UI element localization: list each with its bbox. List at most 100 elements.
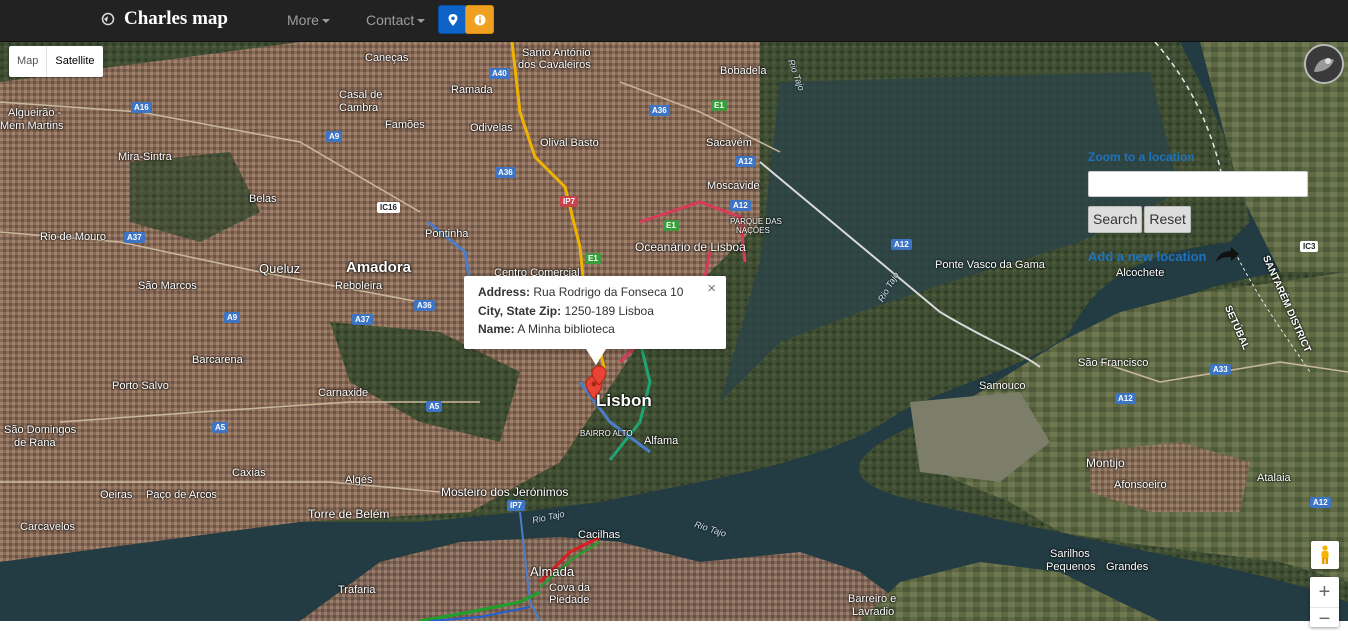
- road-shield: A12: [891, 239, 912, 250]
- map-label: Santo António: [522, 47, 591, 59]
- info-city-label: City, State Zip:: [478, 303, 562, 318]
- map-label: Cova da: [549, 582, 590, 594]
- locate-button[interactable]: [438, 5, 467, 34]
- map-label: Torre de Belém: [308, 507, 390, 521]
- map-label: Barreiro e: [848, 593, 897, 605]
- map-label: BAIRRO ALTO: [580, 429, 633, 438]
- info-city-value: 1250-189 Lisboa: [564, 303, 654, 318]
- map-label: Afonsoeiro: [1114, 479, 1167, 491]
- map-label: São Marcos: [138, 280, 197, 292]
- road-shield: A5: [212, 422, 229, 433]
- map-label: Mem Martins: [0, 120, 64, 132]
- road-shield: A12: [1115, 393, 1136, 404]
- road-shield: A40: [489, 68, 510, 79]
- reset-button[interactable]: Reset: [1144, 206, 1191, 233]
- map-label: Grandes: [1106, 561, 1149, 573]
- nav-more-dropdown[interactable]: More: [287, 12, 330, 28]
- map-label: Pequenos: [1046, 561, 1096, 573]
- info-name-row: Name: A Minha biblioteca: [478, 320, 712, 339]
- road-shield: A12: [730, 200, 751, 211]
- map-label: Cacilhas: [578, 529, 621, 541]
- road-shield: E1: [711, 100, 727, 111]
- info-name-value: A Minha biblioteca: [517, 322, 615, 336]
- map-type-control: Map Satellite: [9, 46, 103, 77]
- map-label: Moscavide: [707, 180, 760, 192]
- caret-down-icon: [417, 19, 426, 24]
- avatar[interactable]: [1304, 44, 1344, 84]
- map-label: Olival Basto: [540, 137, 599, 149]
- info-button[interactable]: [465, 5, 494, 34]
- map-label: Alfama: [644, 435, 679, 447]
- map-label: Alcochete: [1116, 267, 1165, 279]
- map-label: Reboleira: [335, 280, 383, 292]
- zoom-out-button[interactable]: −: [1310, 608, 1339, 630]
- zoom-in-button[interactable]: +: [1310, 577, 1339, 608]
- map-label: Atalaia: [1257, 472, 1291, 484]
- zoom-control: + −: [1310, 577, 1339, 630]
- info-city-row: City, State Zip: 1250-189 Lisboa: [478, 302, 712, 321]
- road-shield: A16: [131, 102, 152, 113]
- map-label: de Rana: [14, 437, 56, 449]
- top-navbar: Charles map More Contact: [0, 0, 1348, 42]
- zoom-location-panel: Zoom to a location Search Reset: [1088, 150, 1310, 233]
- road-shield: A36: [495, 167, 516, 178]
- map-label: São Domingos: [4, 424, 77, 436]
- location-search-input[interactable]: [1088, 171, 1308, 197]
- zoom-location-label: Zoom to a location: [1088, 150, 1195, 164]
- road-shield: IC3: [1300, 241, 1319, 252]
- map-label: dos Cavaleiros: [518, 59, 591, 71]
- map-label: Piedade: [549, 594, 590, 606]
- info-name-label: Name:: [478, 322, 515, 336]
- map-label: Sarilhos: [1050, 548, 1090, 560]
- add-location-link[interactable]: Add a new location: [1088, 249, 1206, 264]
- road-shield: A36: [649, 105, 670, 116]
- map-label: São Francisco: [1078, 357, 1149, 369]
- map-label: Algés: [345, 474, 373, 486]
- map-label: Casal de: [339, 89, 383, 101]
- map-type-map-button[interactable]: Map: [9, 46, 48, 77]
- map-label: Caxias: [232, 467, 266, 479]
- road-shield: A37: [124, 232, 145, 243]
- map-label: Lisbon: [596, 391, 652, 410]
- info-window-pointer: [586, 349, 606, 365]
- road-shield: A37: [352, 314, 373, 325]
- map-label: Montijo: [1086, 456, 1125, 470]
- close-icon[interactable]: ×: [707, 280, 716, 299]
- road-shield: E1: [585, 253, 601, 264]
- map-label: Sacavém: [706, 137, 752, 149]
- map-label: Pontinha: [425, 228, 469, 240]
- road-shield: IP7: [507, 500, 526, 511]
- map-label: Belas: [249, 193, 277, 205]
- map-label: Mosteiro dos Jerónimos: [441, 485, 569, 499]
- info-address-row: Address: Rua Rodrigo da Fonseca 10: [478, 283, 712, 302]
- nav-contact-dropdown[interactable]: Contact: [366, 12, 426, 28]
- globe-icon: [100, 11, 116, 27]
- map-label: NAÇÕES: [736, 226, 770, 235]
- brand-link[interactable]: Charles map: [100, 8, 228, 30]
- road-shield: A9: [224, 312, 241, 323]
- map-label: Caneças: [365, 52, 409, 64]
- street-view-pegman[interactable]: [1311, 541, 1339, 569]
- map-label: Carcavelos: [20, 521, 76, 533]
- map-label: Oeiras: [100, 489, 133, 501]
- map-label: Trafaria: [338, 584, 376, 596]
- road-shield: A9: [326, 131, 343, 142]
- map-label: Almada: [530, 564, 575, 579]
- nav-contact-label: Contact: [366, 12, 415, 28]
- caret-down-icon: [321, 19, 330, 24]
- map-label: Famões: [385, 119, 425, 131]
- map-label: Mira-Sintra: [118, 151, 172, 163]
- road-shield: A36: [414, 300, 435, 311]
- map-type-satellite-button[interactable]: Satellite: [47, 46, 102, 77]
- road-shield: A33: [1210, 364, 1231, 375]
- map-label: Queluz: [259, 261, 301, 276]
- curved-arrow-icon: [1214, 246, 1240, 270]
- map-label: Paço de Arcos: [146, 489, 217, 501]
- road-shield: A5: [426, 401, 443, 412]
- pegman-icon: [1321, 545, 1329, 564]
- map-label: Amadora: [346, 259, 412, 276]
- brand-title: Charles map: [124, 8, 228, 29]
- search-button[interactable]: Search: [1088, 206, 1143, 233]
- map-marker-icon: [448, 13, 457, 26]
- info-address-label: Address:: [478, 285, 531, 299]
